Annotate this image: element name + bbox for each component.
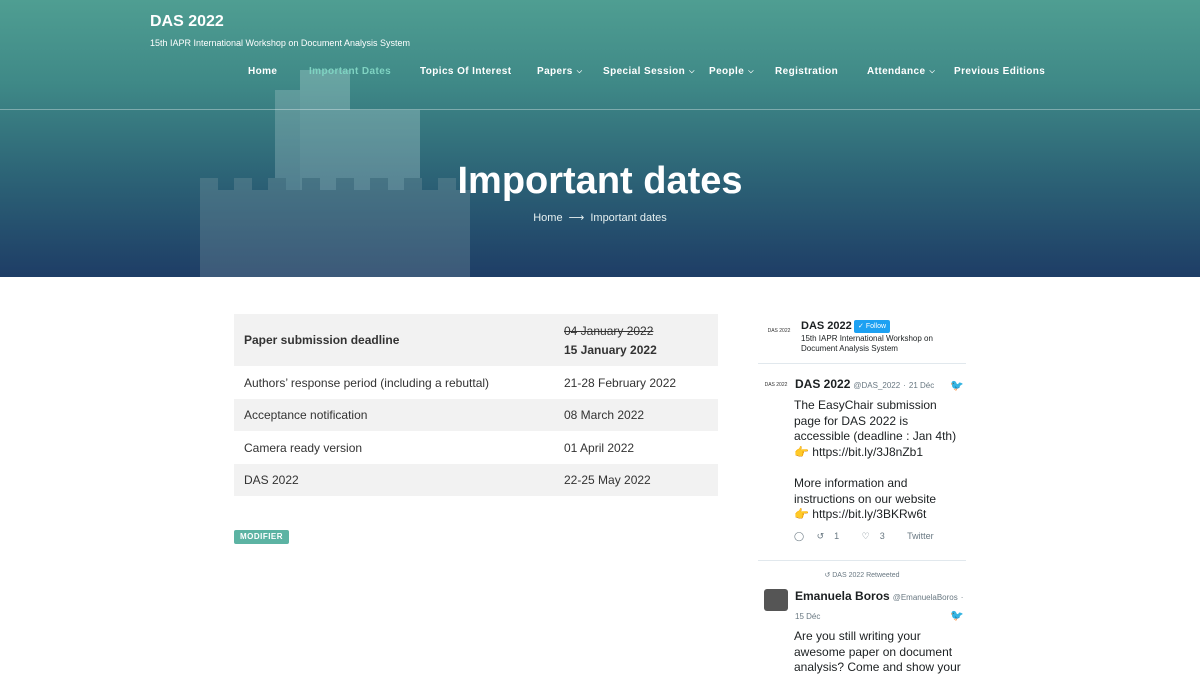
- breadcrumb: Home ⟶ Important dates: [0, 211, 1200, 224]
- avatar[interactable]: [764, 589, 788, 611]
- twitter-account-name[interactable]: DAS 2022: [801, 320, 852, 332]
- site-title[interactable]: DAS 2022: [150, 13, 224, 31]
- like-button[interactable]: ♡ 3: [862, 531, 895, 541]
- tweet-author-name: DAS 2022: [795, 377, 851, 391]
- twitter-timeline: DAS 2022 DAS 2022 ✓ Follow 15th IAPR Int…: [758, 314, 966, 677]
- chevron-down-icon: ⌵: [576, 68, 583, 75]
- tweet-source[interactable]: Twitter: [907, 531, 934, 541]
- retweet-button[interactable]: ↺ 1: [817, 531, 850, 541]
- nav-special-session[interactable]: Special Session ⌵: [603, 66, 695, 77]
- tweet-author[interactable]: Emanuela Boros @EmanuelaBoros ·: [795, 589, 963, 603]
- tweet-handle: @EmanuelaBoros: [892, 593, 958, 602]
- retweet-count: 1: [834, 531, 840, 541]
- main-nav: Home Important Dates Topics Of Interest …: [0, 66, 1200, 82]
- nav-papers[interactable]: Papers ⌵: [537, 66, 582, 77]
- event-cell: Camera ready version: [244, 440, 363, 455]
- nav-registration[interactable]: Registration: [775, 66, 838, 77]
- date-cell: 01 April 2022: [564, 440, 635, 455]
- hero-banner: DAS 2022 15th IAPR International Worksho…: [0, 0, 1200, 277]
- retweet-icon: ↺: [816, 531, 825, 541]
- nav-previous-editions-label: Previous Editions: [954, 66, 1046, 77]
- date-cell: 08 March 2022: [564, 408, 645, 422]
- chevron-down-icon: ⌵: [748, 68, 754, 75]
- new-date: 15 January 2022: [564, 342, 657, 357]
- das-avatar[interactable]: DAS 2022: [764, 382, 788, 396]
- nav-special-session-label: Special Session: [603, 66, 686, 77]
- nav-topics-label: Topics Of Interest: [420, 66, 512, 77]
- tweet-author-name: Emanuela Boros: [795, 589, 890, 603]
- tweet-separator: ·: [903, 381, 906, 390]
- tweet-author[interactable]: DAS 2022 @DAS_2022 · 21 Déc: [795, 377, 934, 391]
- tweet-handle: @DAS_2022: [853, 381, 901, 390]
- chevron-down-icon: ⌵: [689, 68, 695, 75]
- date-cell: 21-28 February 2022: [564, 375, 677, 390]
- tweet-divider: [758, 560, 966, 561]
- tweet-text: Are you still writing your awesome paper…: [794, 629, 961, 675]
- retweeted-label: ↺ DAS 2022 Retweeted: [758, 571, 966, 579]
- reply-icon[interactable]: ◯: [794, 531, 804, 541]
- tweet-separator: ·: [960, 593, 964, 602]
- table-row: Authors’ response period (including a re…: [234, 366, 718, 399]
- nav-people-label: People: [709, 66, 745, 77]
- nav-important-dates[interactable]: Important Dates: [309, 66, 391, 77]
- important-dates-table: Paper submission deadline 04 January 202…: [234, 314, 718, 496]
- tweet-date[interactable]: 21 Déc: [909, 381, 934, 390]
- nav-topics-of-interest[interactable]: Topics Of Interest: [420, 66, 511, 77]
- tweet-link[interactable]: 👉 https://bit.ly/3BKRw6t: [794, 507, 964, 523]
- follow-label: Follow: [865, 323, 887, 330]
- old-date: 04 January 2022: [564, 323, 654, 338]
- site-subtitle: 15th IAPR International Workshop on Docu…: [150, 38, 410, 48]
- like-count: 3: [879, 531, 885, 541]
- table-row: Paper submission deadline 04 January 202…: [234, 314, 718, 366]
- heart-icon: ♡: [861, 531, 870, 541]
- tweet-link[interactable]: 👉 https://bit.ly/3J8nZb1: [794, 445, 964, 461]
- event-cell: DAS 2022: [244, 473, 299, 487]
- twitter-timeline-header: DAS 2022 DAS 2022 ✓ Follow 15th IAPR Int…: [758, 314, 966, 364]
- nav-people[interactable]: People ⌵: [709, 66, 754, 77]
- page-title: Important dates: [457, 160, 743, 202]
- nav-previous-editions[interactable]: Previous Editions: [954, 66, 1045, 77]
- breadcrumb-current: Important dates: [590, 212, 667, 224]
- arrow-right-icon: ⟶: [568, 212, 585, 224]
- nav-attendance-label: Attendance: [867, 66, 926, 77]
- twitter-account-description: 15th IAPR International Workshop on Docu…: [801, 334, 933, 353]
- table-row: Acceptance notification 08 March 2022: [234, 399, 718, 431]
- tweet-line: More information and instructions on our…: [794, 475, 937, 506]
- twitter-bird-icon[interactable]: 🐦: [950, 379, 964, 392]
- nav-registration-label: Registration: [775, 66, 839, 77]
- nav-divider: [0, 109, 1200, 110]
- breadcrumb-home-link[interactable]: Home: [533, 212, 562, 224]
- nav-important-dates-label: Important Dates: [309, 66, 392, 77]
- event-cell: Paper submission deadline: [244, 333, 400, 347]
- nav-home[interactable]: Home: [248, 66, 277, 77]
- twitter-bird-icon: ✓: [858, 323, 864, 330]
- date-cell: 04 January 2022 15 January 2022: [554, 314, 718, 366]
- nav-home-label: Home: [248, 66, 278, 77]
- table-row: DAS 2022 22-25 May 2022: [234, 464, 718, 496]
- tweet-date[interactable]: 15 Déc: [795, 612, 820, 621]
- table-row: Camera ready version 01 April 2022: [234, 431, 718, 464]
- nav-papers-label: Papers: [537, 66, 573, 77]
- chevron-down-icon: ⌵: [929, 68, 936, 75]
- edit-button[interactable]: MODIFIER: [234, 530, 289, 544]
- retweeted-label-text: DAS 2022 Retweeted: [832, 572, 900, 579]
- tweet-spacer: [794, 460, 964, 476]
- twitter-bird-icon[interactable]: 🐦: [950, 609, 964, 622]
- date-cell: 22-25 May 2022: [564, 473, 651, 487]
- tweet-actions: ◯ ↺ 1 ♡ 3 Twitter: [794, 531, 944, 542]
- tweet-text: The EasyChair submission page for DAS 20…: [794, 398, 964, 523]
- das-logo-icon: DAS 2022: [767, 328, 791, 334]
- follow-button[interactable]: ✓ Follow: [854, 320, 891, 333]
- nav-attendance[interactable]: Attendance ⌵: [867, 66, 935, 77]
- event-cell: Acceptance notification: [244, 408, 368, 422]
- event-cell: Authors’ response period (including a re…: [244, 375, 490, 390]
- tweet-line: The EasyChair submission page for DAS 20…: [794, 398, 957, 444]
